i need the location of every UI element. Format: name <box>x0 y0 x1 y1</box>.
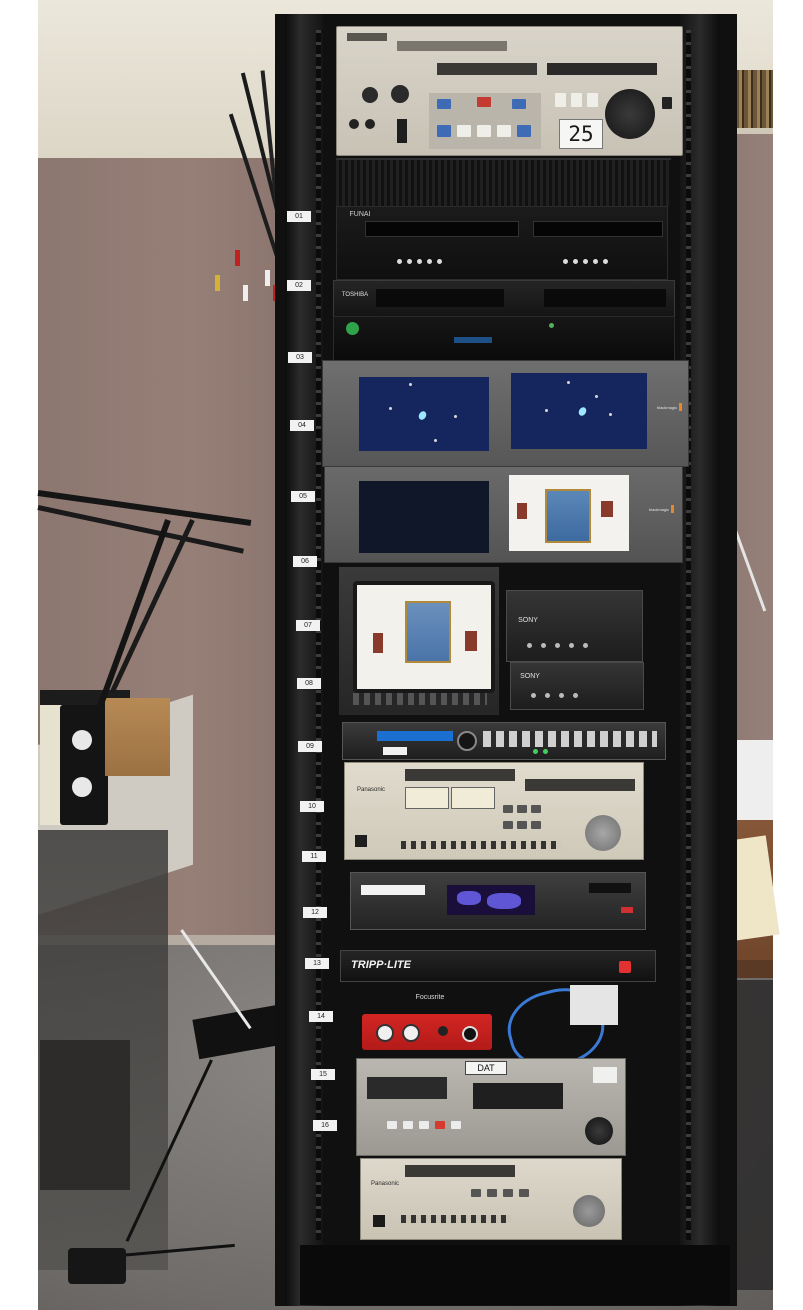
rack-tag-01: 01 <box>287 211 311 222</box>
funai-logo: FUNAI <box>349 211 371 218</box>
crt-screen <box>353 581 495 693</box>
left-border <box>0 0 38 1310</box>
toshiba-logo: TOSHIBA <box>341 292 369 298</box>
tape-counter-number: 25 <box>568 122 594 146</box>
sony-converter-upper: SONY <box>506 590 643 662</box>
tripp-lite-logo: TRIPP·LITE <box>351 959 411 971</box>
rack-tag-04: 04 <box>290 420 314 431</box>
jog-shuttle-dial <box>605 89 655 139</box>
crt-monitor <box>338 566 500 716</box>
rack-tag-08: 08 <box>297 678 321 689</box>
desk-shelf-cabinet <box>40 1040 130 1190</box>
sony-logo-upper: SONY <box>518 617 538 624</box>
dat-label-text: DAT <box>477 1063 495 1073</box>
lower-jog-dial <box>573 1195 605 1227</box>
rack-tag-09: 09 <box>298 741 322 752</box>
sony-logo-lower: SONY <box>520 673 540 680</box>
rack-tag-15: 15 <box>311 1069 335 1080</box>
panasonic-jog-dial <box>585 815 621 851</box>
toshiba-vcr: TOSHIBA <box>333 280 675 318</box>
betacam-deck: 25 <box>336 26 683 156</box>
sony-converter-lower: SONY <box>510 662 644 710</box>
floor-adapter <box>68 1248 126 1284</box>
rack-tag-12: 12 <box>303 907 327 918</box>
rail-holes-left <box>316 30 321 1240</box>
panasonic-deck-lower: Panasonic <box>360 1158 622 1240</box>
world-clock-unit <box>350 872 646 930</box>
painting-on-monitor <box>545 489 591 543</box>
tripp-lite-power-unit: TRIPP·LITE <box>340 950 656 982</box>
rack-tag-07: 07 <box>296 620 320 631</box>
rack-tag-16: 16 <box>313 1120 337 1131</box>
dual-monitor-lower: blackmagic <box>324 466 683 563</box>
focusrite-label: Focusrite <box>415 994 445 1001</box>
vhs-tape-black <box>60 705 108 825</box>
panasonic-logo-upper: Panasonic <box>356 787 386 793</box>
funai-dvd-vcr: FUNAI <box>336 206 668 280</box>
focusrite-interface <box>362 1014 492 1050</box>
white-router <box>570 985 618 1025</box>
world-map-display <box>447 885 535 915</box>
dual-monitor-upper: blackmagic <box>322 360 689 467</box>
monitor-screen-upper-left <box>359 377 489 451</box>
rack-tag-05: 05 <box>291 491 315 502</box>
rack-tag-06: 06 <box>293 556 317 567</box>
rack-vent-panel <box>336 158 671 206</box>
rail-holes-right <box>686 30 691 1240</box>
dat-recorder: DAT <box>356 1058 626 1156</box>
crt-painting <box>405 601 451 663</box>
monitor-screen-upper-right <box>511 373 647 449</box>
tape-counter-tag: 25 <box>559 119 603 149</box>
rack-tag-03: 03 <box>288 352 312 363</box>
rack-tag-14: 14 <box>309 1011 333 1022</box>
monitor-screen-lower-left <box>359 481 489 553</box>
photo-scene: 01 02 03 04 05 06 07 08 09 10 11 12 13 1… <box>0 0 803 1310</box>
bookshelf <box>735 70 773 132</box>
dat-jog-dial <box>585 1117 613 1145</box>
rack-tag-13: 13 <box>305 958 329 969</box>
rack-tag-11: 11 <box>302 851 326 862</box>
rack-tag-10: 10 <box>300 801 324 812</box>
rack-base <box>300 1245 730 1305</box>
dat-tape-label: DAT <box>465 1061 507 1075</box>
panasonic-logo-lower: Panasonic <box>370 1181 400 1187</box>
vhs-tape-white <box>40 705 62 825</box>
signal-converter-unit <box>342 722 666 760</box>
cardboard-box <box>105 698 170 776</box>
cable-box <box>333 316 675 362</box>
monitor-screen-lower-right <box>509 475 629 551</box>
rack-tag-02: 02 <box>287 280 311 291</box>
right-border <box>773 0 803 1310</box>
panasonic-deck-upper: Panasonic <box>344 762 644 860</box>
